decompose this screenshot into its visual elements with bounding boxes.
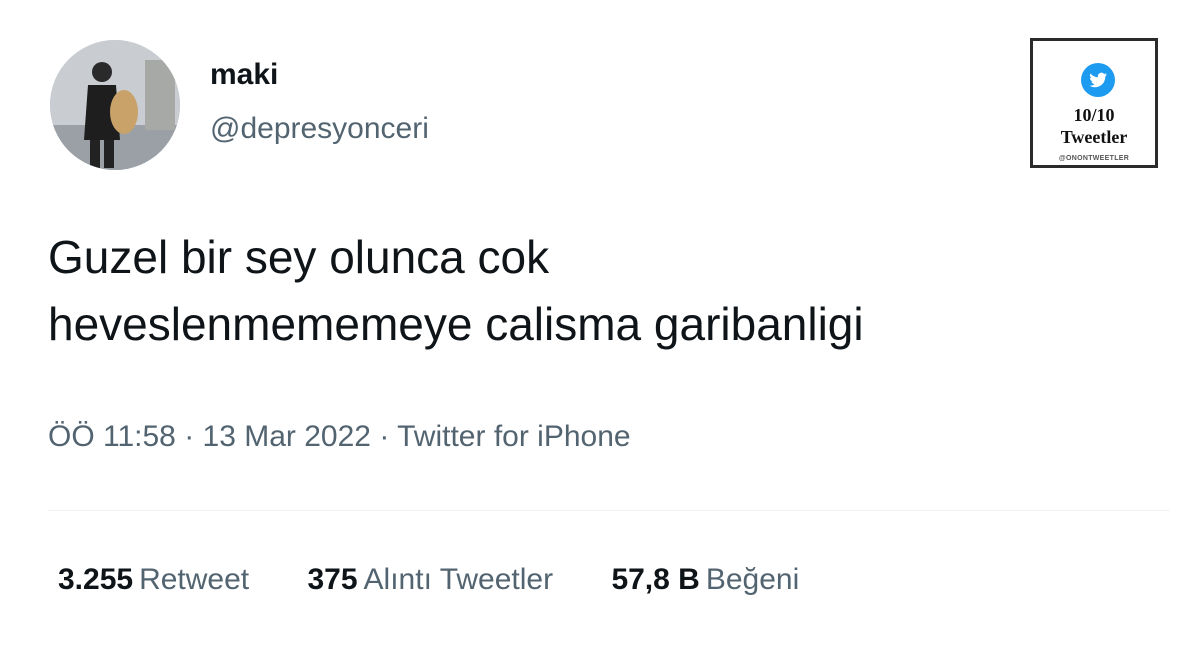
retweet-count[interactable]: 3.255 Retweet — [58, 563, 249, 597]
avatar-photo — [50, 40, 180, 170]
badge-handle: @ONONTWEETLER — [1058, 155, 1130, 162]
stat-label: Alıntı Tweetler — [363, 563, 554, 596]
tweet-source[interactable]: Twitter for iPhone — [397, 420, 630, 453]
stat-count: 375 — [307, 563, 358, 596]
watermark-badge: 10/10 Tweetler @ONONTWEETLER — [1030, 38, 1158, 168]
engagement-stats: 3.255 Retweet 375 Alıntı Tweetler 57,8 B Be… — [58, 563, 849, 597]
badge-score: 10/10 — [1073, 105, 1115, 125]
display-name[interactable]: maki — [210, 58, 278, 92]
like-count[interactable]: 57,8 B Beğeni — [611, 563, 799, 597]
tweet-metadata: ÖÖ 11:58 · 13 Mar 2022 · Twitter for iPh… — [48, 420, 631, 454]
stat-label: Retweet — [139, 563, 250, 596]
avatar[interactable] — [50, 40, 180, 170]
tweet-text: Guzel bir sey olunca cok heveslenmememey… — [48, 224, 1148, 358]
tweet-time[interactable]: ÖÖ 11:58 — [48, 420, 176, 453]
tweet-text-line: heveslenmememeye calisma garibanligi — [48, 298, 864, 350]
meta-separator: · — [379, 420, 390, 453]
badge-title: Tweetler — [1060, 127, 1128, 147]
quote-tweet-count[interactable]: 375 Alıntı Tweetler — [307, 563, 553, 597]
stat-count: 57,8 B — [611, 563, 700, 596]
tweet-text-line: Guzel bir sey olunca cok — [48, 231, 550, 283]
tweet-date[interactable]: 13 Mar 2022 — [203, 420, 371, 453]
stat-label: Beğeni — [705, 563, 800, 596]
user-handle[interactable]: @depresyonceri — [210, 112, 429, 146]
twitter-bird-icon — [1081, 63, 1115, 97]
divider — [48, 510, 1170, 511]
stat-count: 3.255 — [58, 563, 134, 596]
meta-separator: · — [184, 420, 195, 453]
